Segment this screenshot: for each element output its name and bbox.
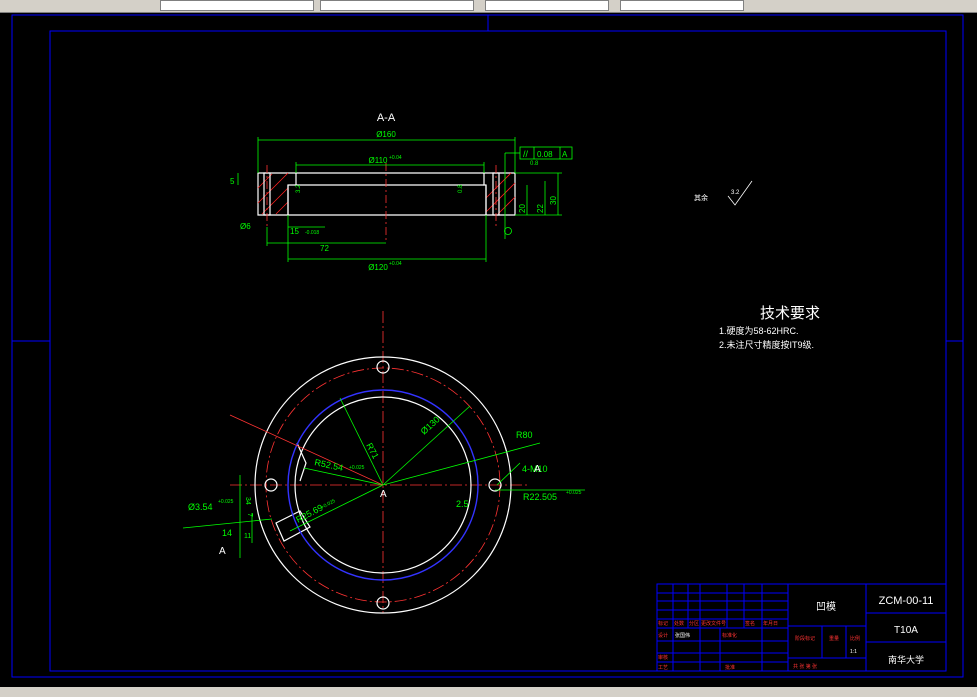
svg-text:设计: 设计 — [658, 632, 668, 639]
dim-34: 34 — [244, 497, 251, 505]
tech-requirements: 技术要求 1.硬度为58-62HRC. 2.未注尺寸精度按IT9级. — [719, 305, 820, 350]
dim-h22: 22 — [536, 204, 545, 213]
dim-r71: R71 — [364, 441, 381, 460]
dim-d120: Ø120 — [368, 263, 388, 272]
dim-r52: R52.54 — [314, 457, 344, 473]
svg-text:3.2: 3.2 — [731, 190, 740, 196]
dim-d160: Ø160 — [376, 130, 396, 139]
svg-text:签名: 签名 — [745, 620, 755, 627]
dim-h20: 20 — [518, 204, 527, 213]
dim-w15: 15 — [290, 227, 299, 236]
dim-2-5: 2.5 — [456, 499, 469, 509]
school-name: 南华大学 — [888, 654, 924, 665]
svg-text:工艺: 工艺 — [658, 665, 668, 671]
dim-d3: Ø3.54 — [188, 502, 213, 512]
material: T10A — [894, 625, 918, 636]
svg-text:阶段标记: 阶段标记 — [795, 635, 815, 642]
dim-w15-tol: -0.018 — [305, 230, 319, 236]
ratio-value: 1:1 — [850, 649, 857, 655]
sheet-border — [11, 14, 964, 678]
lineweight-dropdown[interactable] — [485, 0, 609, 11]
dim-d120-tol: +0.04 — [389, 261, 402, 267]
section-outline — [263, 172, 500, 216]
rough-side: 0.8 — [458, 184, 464, 193]
svg-text:更改文件号: 更改文件号 — [701, 620, 726, 627]
svg-text:审核: 审核 — [658, 654, 668, 661]
parallel-value: 0.08 — [537, 150, 553, 159]
svg-text:共 张 第 张: 共 张 第 张 — [793, 663, 817, 670]
svg-text:处数: 处数 — [674, 620, 684, 627]
section-label: A-A — [377, 112, 396, 124]
svg-text:+0.025: +0.025 — [349, 465, 365, 471]
svg-text:标记: 标记 — [658, 620, 668, 627]
svg-text:批准: 批准 — [725, 664, 735, 671]
svg-text://: // — [523, 149, 529, 159]
tech-title: 技术要求 — [760, 305, 820, 322]
svg-text:+0.025: +0.025 — [566, 490, 582, 496]
svg-text:其余: 其余 — [694, 193, 708, 202]
dim-d130: Ø130 — [419, 414, 442, 436]
plotstyle-dropdown[interactable] — [620, 0, 744, 11]
dim-r80: R80 — [516, 430, 533, 440]
dim-7: 7 — [246, 513, 253, 517]
svg-text:标准化: 标准化 — [722, 632, 737, 639]
drawing-number: ZCM-00-11 — [879, 595, 934, 607]
svg-text:重量: 重量 — [829, 635, 839, 642]
drawing-canvas[interactable]: A-A Ø160 Ø110 +0.04 Ø120 +0.04 Ø6 15 -0.… — [0, 13, 977, 687]
plan-view: R71 R80 Ø130 R52.54 +0.025 R25.69 +0.025… — [182, 311, 585, 614]
dim-d110-tol: +0.04 — [389, 155, 402, 161]
tech-line-2: 2.未注尺寸精度按IT9级. — [719, 339, 814, 350]
svg-text:+0.025: +0.025 — [218, 499, 234, 505]
section-view: A-A Ø160 Ø110 +0.04 Ø120 +0.04 Ø6 15 -0.… — [230, 112, 753, 272]
designer-name: 张国伟 — [675, 632, 690, 639]
rough-inner: 3.2 — [296, 184, 302, 193]
svg-text:分区: 分区 — [689, 620, 699, 627]
svg-text:年月日: 年月日 — [763, 620, 778, 627]
part-name: 凹模 — [816, 601, 836, 613]
dim-h30: 30 — [549, 196, 558, 205]
layout-tab-strip — [0, 687, 977, 697]
dim-11: 11 — [244, 533, 251, 540]
layer-dropdown[interactable] — [160, 0, 314, 11]
linetype-dropdown[interactable] — [320, 0, 474, 11]
center-label: A — [380, 489, 387, 500]
section-mark-right: A — [534, 464, 541, 475]
toolbar-strip — [0, 0, 977, 13]
title-block: 标记 处数 分区 更改文件号 签名 年月日 设计 张国伟 标准化 阶段标记 重量… — [656, 583, 947, 672]
dim-d6: Ø6 — [240, 222, 251, 231]
dim-r22: R22.505 — [523, 492, 557, 502]
dim-d110: Ø110 — [369, 156, 389, 165]
section-hatch — [257, 172, 516, 216]
section-mark-left: A — [219, 546, 226, 557]
tech-line-1: 1.硬度为58-62HRC. — [719, 325, 799, 336]
dim-h5: 5 — [230, 177, 235, 186]
roughness-note: 其余 3.2 — [694, 180, 753, 206]
datum-ref: A — [562, 150, 568, 159]
dim-14: 14 — [222, 528, 232, 538]
rough-right: 0.8 — [530, 161, 539, 167]
dim-w72: 72 — [320, 244, 329, 253]
svg-text:比例: 比例 — [850, 635, 860, 642]
